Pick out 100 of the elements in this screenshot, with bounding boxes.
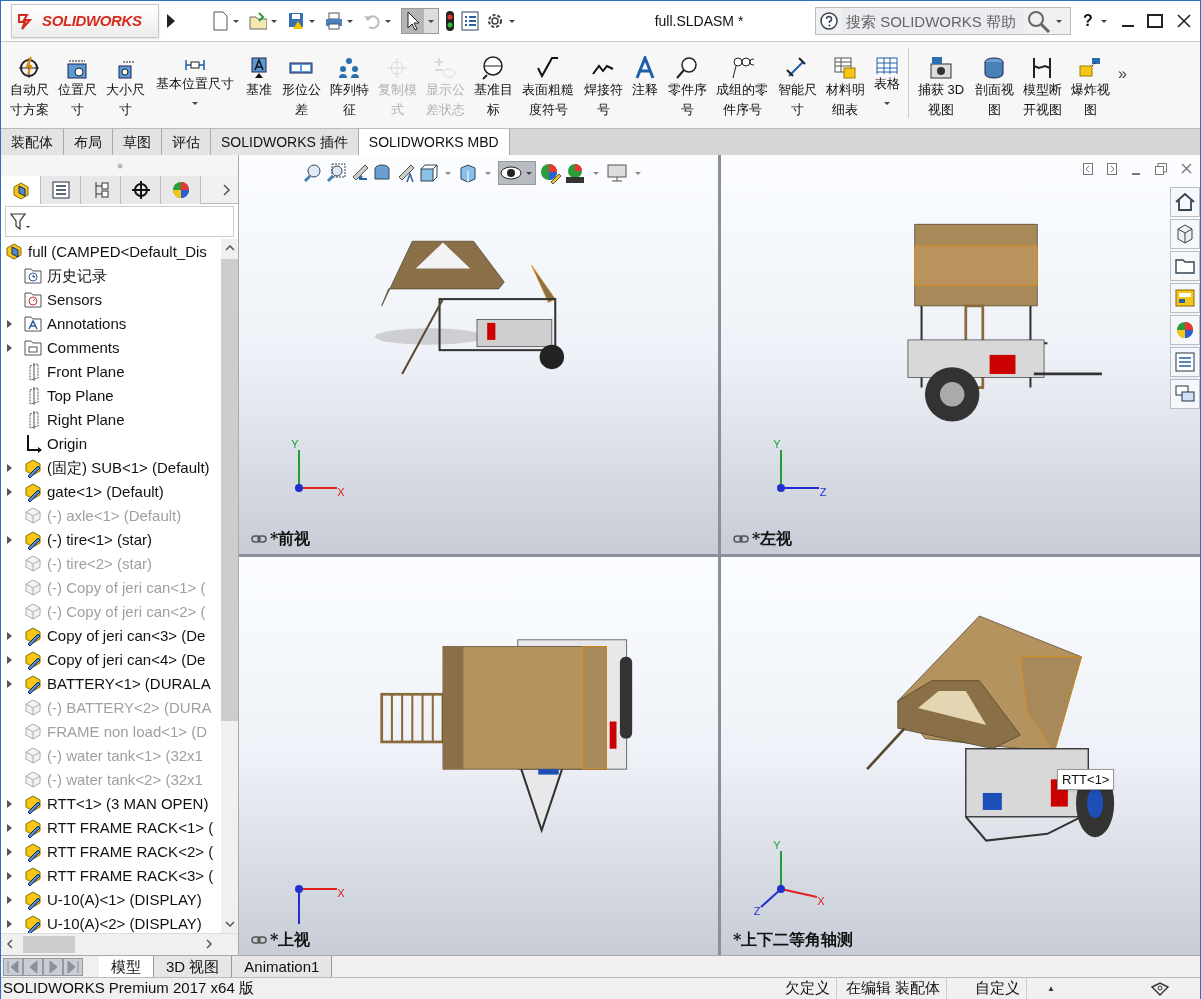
nav-last-icon[interactable] [63, 957, 83, 976]
ribbon-button[interactable]: 基准目标 [469, 56, 517, 120]
ribbon-button[interactable]: 阵列特征 [325, 56, 373, 120]
expand-arrow-icon[interactable] [7, 847, 12, 856]
ribbon-button[interactable]: 位置尺寸 [53, 56, 101, 120]
tree-item[interactable]: Origin [47, 432, 87, 456]
ribbon-button[interactable]: 表面粗糙度符号 [517, 56, 579, 120]
ribbon-button[interactable]: 形位公差 [277, 56, 325, 120]
traffic-light-icon[interactable] [445, 10, 455, 32]
scroll-down-icon[interactable] [224, 920, 235, 927]
ribbon-button[interactable]: 捕获 3D 视图 [912, 56, 970, 120]
tree-item[interactable]: Sensors [47, 288, 103, 312]
expand-arrow-icon[interactable] [7, 823, 12, 832]
list-options-icon[interactable] [461, 11, 479, 31]
expand-arrow-icon[interactable] [7, 799, 12, 808]
dropdown-caret-icon[interactable] [385, 19, 391, 23]
tree-item[interactable]: Right Plane [47, 408, 125, 432]
expand-arrow-icon[interactable] [7, 919, 12, 928]
link-chain-icon[interactable] [251, 533, 267, 544]
tree-item[interactable]: RTT FRAME RACK<1> ( [47, 816, 214, 840]
settings-icon[interactable] [485, 11, 505, 31]
expand-arrow-icon[interactable] [7, 631, 12, 640]
ribbon-button[interactable]: 焊接符号 [579, 56, 627, 120]
ribbon-button[interactable]: 基本位置尺寸 [149, 56, 241, 105]
command-tab[interactable]: 评估 [162, 129, 211, 155]
sheet-tab[interactable]: 模型 [99, 956, 154, 977]
ribbon-button[interactable]: 零件序号 [663, 56, 711, 120]
maximize-icon[interactable] [1146, 14, 1163, 28]
ribbon-button[interactable]: 成组的零件序号 [711, 56, 773, 120]
expand-arrow-icon[interactable] [7, 679, 12, 688]
panel-tab[interactable] [121, 176, 161, 205]
search-field[interactable]: 搜索 SOLIDWORKS 帮助 [815, 7, 1071, 35]
sheet-tab[interactable]: Animation1 [232, 956, 333, 977]
command-tab[interactable]: 布局 [64, 129, 113, 155]
tree-item[interactable]: BATTERY<1> (DURALA [47, 672, 211, 696]
sheet-tab[interactable]: 3D 视图 [154, 956, 233, 977]
tree-item[interactable]: Copy of jeri can<3> (De [47, 624, 206, 648]
command-tab[interactable]: 草图 [113, 129, 162, 155]
command-tab[interactable]: SOLIDWORKS MBD [358, 129, 510, 155]
collapse-left-icon[interactable] [1083, 163, 1093, 175]
chevron-right-icon[interactable] [223, 184, 231, 197]
scroll-left-icon[interactable] [7, 939, 13, 950]
tree-item[interactable]: full (CAMPED<Default_Dis [28, 240, 207, 264]
horizontal-scrollbar[interactable] [1, 932, 238, 955]
panel-tab[interactable] [1, 176, 41, 205]
edit-appearance-icon[interactable] [539, 162, 561, 184]
dropdown-caret-icon[interactable] [347, 19, 353, 23]
nav-previous-icon[interactable] [23, 957, 43, 976]
more-button[interactable]: » [1118, 62, 1127, 86]
ribbon-button[interactable]: 大小尺寸 [101, 56, 149, 120]
ribbon-button[interactable]: 基准 [241, 56, 277, 100]
scrollbar-thumb[interactable] [221, 258, 238, 721]
command-tab[interactable]: SOLIDWORKS 插件 [211, 129, 359, 155]
tree-item[interactable]: Comments [47, 336, 120, 360]
expand-arrow-icon[interactable] [7, 655, 12, 664]
tree-item[interactable]: U-10(A)<2> (DISPLAY) [47, 912, 202, 933]
dropdown-caret-icon[interactable] [233, 19, 239, 23]
tree-item[interactable]: (-) tire<1> (star) [47, 528, 152, 552]
dropdown-caret-icon[interactable] [271, 19, 277, 23]
select-pointer-icon[interactable] [402, 9, 424, 33]
restore-icon[interactable] [1155, 163, 1167, 175]
tree-item[interactable]: RTT FRAME RACK<3> ( [47, 864, 214, 888]
dropdown-caret-icon[interactable] [309, 19, 315, 23]
scrollbar-thumb[interactable] [23, 935, 75, 953]
expand-arrow-icon[interactable] [7, 871, 12, 880]
tree-item[interactable]: gate<1> (Default) [47, 480, 164, 504]
expand-arrow-icon[interactable] [167, 14, 175, 28]
printer-icon[interactable] [325, 11, 343, 31]
help-button[interactable]: ? [1083, 9, 1093, 33]
tree-item[interactable]: RTT FRAME RACK<2> ( [47, 840, 214, 864]
display-style-cube-icon[interactable] [458, 163, 478, 183]
rebuild-tag-icon[interactable] [1150, 980, 1170, 997]
tree-item[interactable]: (固定) SUB<1> (Default) [47, 456, 210, 480]
filter-field[interactable] [5, 206, 234, 237]
scroll-up-icon[interactable] [224, 244, 235, 251]
zoom-area-icon[interactable] [326, 163, 346, 183]
save-warning-icon[interactable] [287, 11, 305, 31]
tree-item[interactable]: Copy of jeri can<4> (De [47, 648, 206, 672]
command-tab[interactable]: 装配体 [1, 129, 64, 155]
ribbon-button[interactable]: 自动尺寸方案 [5, 56, 53, 120]
task-pane-button[interactable] [1170, 315, 1200, 345]
search-icon[interactable] [1026, 9, 1052, 33]
ribbon-button[interactable]: 材料明细表 [821, 56, 869, 120]
section-view-icon[interactable] [372, 163, 392, 183]
ribbon-button[interactable]: 爆炸视图 [1066, 56, 1114, 120]
nav-next-icon[interactable] [43, 957, 63, 976]
tree-item[interactable]: RTT<1> (3 MAN OPEN) [47, 792, 209, 816]
scroll-right-icon[interactable] [206, 939, 212, 950]
ribbon-button[interactable]: 剖面视图 [970, 56, 1018, 120]
dropdown-caret-icon[interactable] [428, 19, 434, 23]
status-menu-button[interactable]: ▲ [1047, 982, 1055, 995]
expand-arrow-icon[interactable] [7, 895, 12, 904]
dropdown-caret-icon[interactable] [1056, 19, 1062, 23]
scene-icon[interactable] [564, 162, 586, 184]
tree-item[interactable]: Top Plane [47, 384, 114, 408]
task-pane-button[interactable] [1170, 251, 1200, 281]
zoom-fit-icon[interactable] [303, 163, 323, 183]
task-pane-button[interactable] [1170, 283, 1200, 313]
logo-button[interactable]: SOLIDWORKS [11, 4, 159, 38]
expand-arrow-icon[interactable] [7, 463, 12, 472]
